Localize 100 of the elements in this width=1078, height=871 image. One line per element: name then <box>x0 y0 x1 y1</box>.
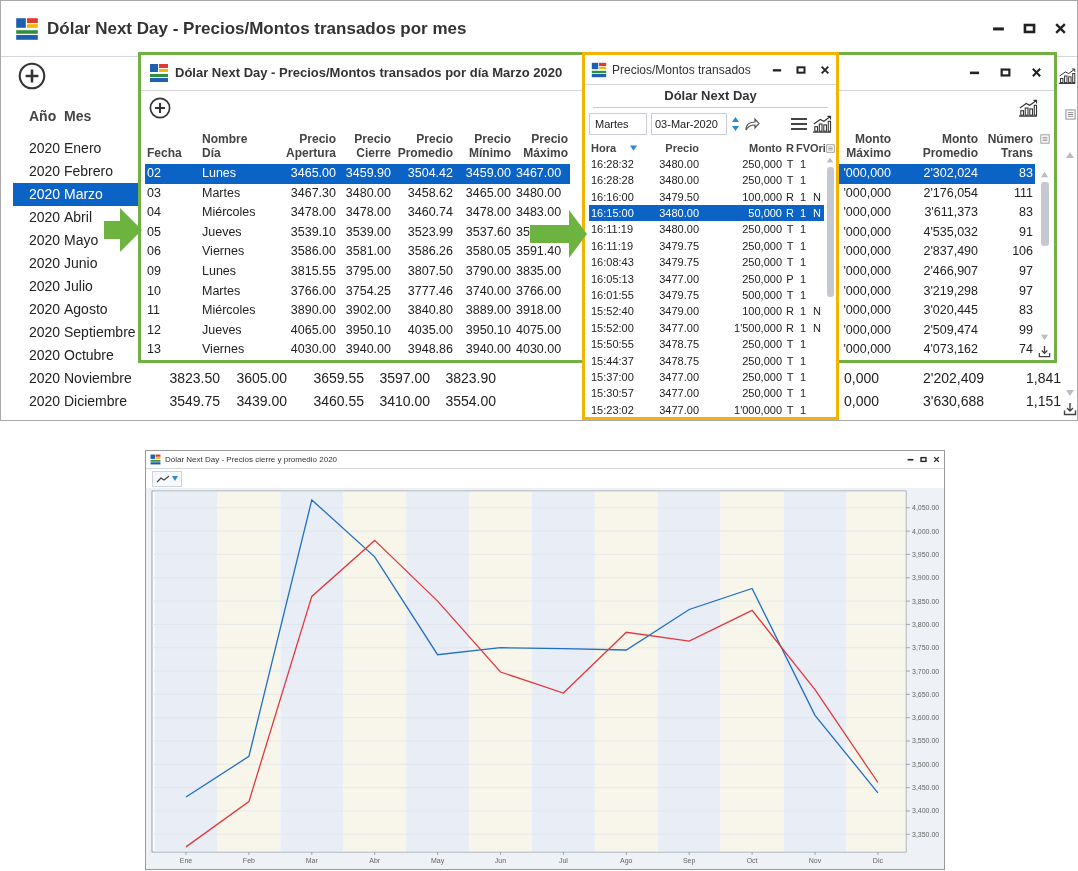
table-cell[interactable]: 91 <box>1019 222 1035 243</box>
table-cell[interactable]: '000,000 <box>843 301 893 321</box>
table-cell[interactable]: 250,000 <box>742 254 784 271</box>
column-header[interactable]: Precio <box>641 139 701 157</box>
table-cell[interactable]: 3766.00 <box>290 281 338 302</box>
table-cell[interactable]: 2020 <box>13 344 61 367</box>
table-cell[interactable]: 4030.00 <box>513 340 562 360</box>
table-cell[interactable]: '000,000 <box>838 164 893 184</box>
table-cell[interactable]: 15:52:40 <box>589 303 634 320</box>
table-cell[interactable]: 12 <box>145 320 161 341</box>
spinner-icon[interactable] <box>731 115 740 132</box>
table-cell[interactable]: Lunes <box>200 261 237 282</box>
table-cell[interactable]: T <box>786 155 794 173</box>
column-header[interactable]: Precio Apertura <box>265 133 338 161</box>
table-cell[interactable]: 3477.00 <box>659 385 701 402</box>
table-cell[interactable]: T <box>786 172 794 189</box>
table-cell[interactable]: 3840.80 <box>407 301 455 321</box>
table-cell[interactable]: 3754.25 <box>345 281 393 302</box>
table-cell[interactable]: 16:15:00 <box>589 205 641 222</box>
table-cell[interactable]: 09 <box>145 261 161 282</box>
add-icon[interactable] <box>18 62 46 90</box>
maximize-icon[interactable] <box>920 456 927 463</box>
table-cell[interactable]: 3948.86 <box>407 340 455 360</box>
scroll-thumb[interactable] <box>826 166 834 297</box>
table-cell[interactable]: 4'073,162 <box>923 340 980 360</box>
table-cell[interactable]: 250,000 <box>742 368 784 386</box>
table-cell[interactable]: 3478.00 <box>465 203 513 223</box>
table-cell[interactable]: 16:28:32 <box>589 155 634 173</box>
table-cell[interactable]: 15:52:00 <box>589 319 634 337</box>
table-cell[interactable]: Diciembre <box>61 390 127 413</box>
table-cell[interactable]: 3'611,373 <box>924 203 980 223</box>
table-cell[interactable]: 4030.00 <box>290 340 338 360</box>
table-cell[interactable]: 3479.75 <box>659 254 701 271</box>
table-cell[interactable]: 1 <box>799 287 807 304</box>
table-cell[interactable]: 3458.62 <box>407 183 455 204</box>
table-cell[interactable]: 2020 <box>13 229 61 252</box>
table-cell[interactable]: 111 <box>1014 183 1035 204</box>
table-cell[interactable]: Viernes <box>200 242 245 262</box>
table-cell[interactable]: 0,000 <box>843 390 881 413</box>
bar-chart-icon[interactable] <box>812 114 832 133</box>
table-cell[interactable]: 3586.00 <box>290 242 338 262</box>
table-cell[interactable]: 02 <box>145 164 200 184</box>
table-cell[interactable]: 100,000 <box>742 188 784 206</box>
table-cell[interactable]: 2020 <box>13 390 61 413</box>
table-cell[interactable]: 3902.00 <box>345 301 393 321</box>
table-cell[interactable]: 15:37:00 <box>589 368 634 386</box>
table-cell[interactable]: 3890.00 <box>290 301 338 321</box>
table-cell[interactable]: 3480.00 <box>641 205 701 222</box>
table-cell[interactable]: R <box>786 188 794 206</box>
column-header[interactable]: Precio Cierre <box>338 133 393 161</box>
table-cell[interactable]: '000,000 <box>843 281 893 302</box>
table-cell[interactable]: 3539.10 <box>290 222 338 243</box>
table-cell[interactable]: 13 <box>145 340 161 360</box>
table-cell[interactable]: T <box>786 401 794 417</box>
column-header[interactable]: Hora <box>591 139 617 157</box>
date-field[interactable]: 03-Mar-2020 <box>651 112 727 135</box>
table-cell[interactable]: N <box>813 188 821 206</box>
table-cell[interactable]: R <box>784 205 796 222</box>
column-header[interactable]: Fecha <box>145 147 200 161</box>
column-header[interactable]: R <box>784 139 796 157</box>
table-cell[interactable]: 3410.00 <box>379 390 432 413</box>
table-cell[interactable]: Jueves <box>200 222 242 243</box>
table-cell[interactable]: Viernes <box>200 340 245 360</box>
table-cell[interactable]: 1 <box>796 205 810 222</box>
table-cell[interactable]: 3554.00 <box>445 390 498 413</box>
table-cell[interactable]: 3467.30 <box>290 183 338 204</box>
table-cell[interactable]: '000,000 <box>843 340 893 360</box>
table-cell[interactable]: 3950.10 <box>465 320 513 341</box>
table-cell[interactable]: N <box>813 303 821 320</box>
table-cell[interactable]: 3480.00 <box>659 172 701 189</box>
table-cell[interactable]: 2'466,907 <box>923 261 980 282</box>
table-cell[interactable]: Abril <box>61 206 92 229</box>
column-header[interactable]: Precio Mínimo <box>455 133 513 161</box>
table-cell[interactable]: 4035.00 <box>407 320 455 341</box>
table-cell[interactable]: 3478.75 <box>659 352 701 369</box>
table-cell[interactable]: 2'202,409 <box>922 367 986 390</box>
table-cell[interactable]: 2020 <box>13 275 61 298</box>
table-cell[interactable]: 06 <box>145 242 161 262</box>
table-cell[interactable]: 1 <box>799 401 807 417</box>
table-cell[interactable]: 3523.99 <box>407 222 455 243</box>
column-header[interactable]: Monto <box>701 139 784 157</box>
table-cell[interactable]: 3483.00 <box>513 203 562 223</box>
table-cell[interactable]: 3777.46 <box>407 281 455 302</box>
table-cell[interactable]: 3950.10 <box>345 320 393 341</box>
table-cell[interactable]: 3835.00 <box>513 261 562 282</box>
table-cell[interactable]: 3581.00 <box>345 242 393 262</box>
table-cell[interactable]: 74 <box>1019 340 1035 360</box>
table-cell[interactable]: 97 <box>1019 261 1035 282</box>
table-cell[interactable]: 3477.00 <box>659 401 701 417</box>
table-cell[interactable]: 2020 <box>13 367 61 390</box>
table-cell[interactable]: 2'509,474 <box>923 320 980 341</box>
table-cell[interactable]: 1 <box>799 188 807 206</box>
column-header[interactable]: Número Trans <box>980 133 1035 161</box>
table-cell[interactable]: N <box>810 205 824 222</box>
table-cell[interactable]: 3549.75 <box>169 390 222 413</box>
table-cell[interactable]: 2020 <box>13 160 61 183</box>
table-cell[interactable]: 1 <box>799 270 807 287</box>
sort-descending-icon[interactable] <box>630 145 638 152</box>
table-cell[interactable]: 3537.60 <box>465 222 513 243</box>
table-cell[interactable]: T <box>786 221 794 238</box>
